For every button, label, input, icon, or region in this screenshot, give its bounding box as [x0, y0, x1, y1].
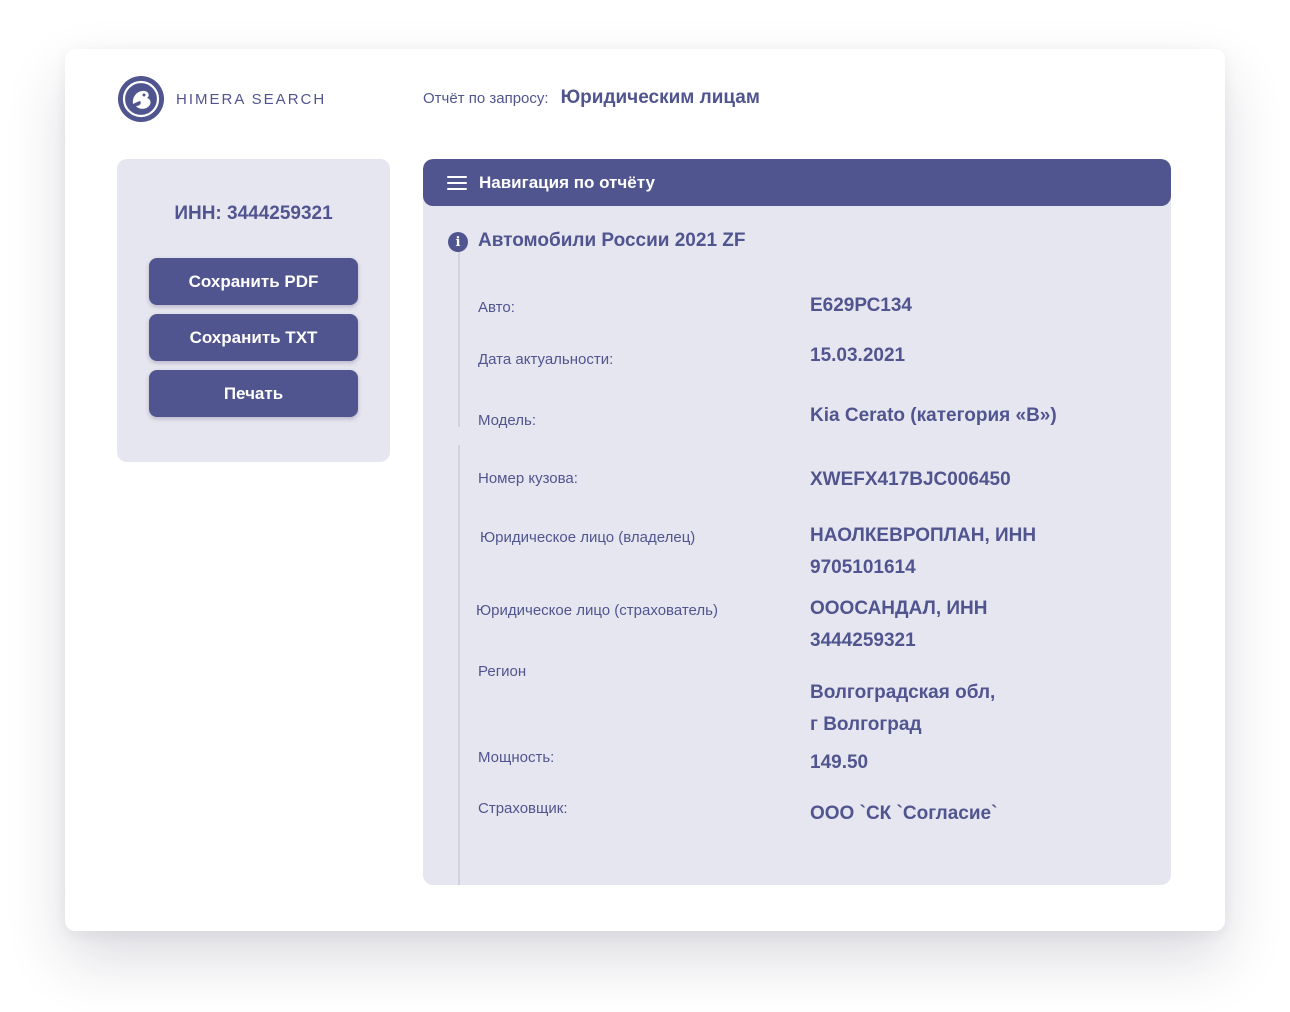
report-query: Отчёт по запросу: Юридическим лицам	[423, 87, 760, 109]
timeline-line	[458, 245, 460, 427]
field-value-insurant-line1: ОООСАНДАЛ, ИНН	[810, 598, 988, 619]
report-card: HIMERA SEARCH Отчёт по запросу: Юридичес…	[65, 49, 1225, 931]
save-pdf-button[interactable]: Сохранить PDF	[149, 258, 358, 305]
field-value-date: 15.03.2021	[810, 345, 906, 366]
save-txt-button[interactable]: Сохранить TXT	[149, 314, 358, 361]
field-value-owner-line2: 9705101614	[810, 557, 916, 578]
field-label-auto: Авто:	[478, 299, 515, 316]
brand-logo[interactable]: HIMERA SEARCH	[118, 76, 326, 122]
field-label-date: Дата актуальности:	[478, 351, 614, 368]
field-value-insurant: ОООСАНДАЛ, ИНН 3444259321	[810, 593, 1150, 657]
field-value-insurant-line2: 3444259321	[810, 630, 916, 651]
brand-name: HIMERA SEARCH	[176, 90, 327, 108]
field-label-insurer: Страховщик:	[478, 800, 568, 817]
field-value-auto: Е629РС134	[810, 295, 912, 316]
sidebar-panel: ИНН: 3444259321 Сохранить PDF Сохранить …	[117, 159, 390, 462]
field-label-model: Модель:	[478, 412, 537, 429]
field-value-region-line2: г Волгоград	[810, 714, 922, 735]
query-label: Отчёт по запросу:	[423, 90, 549, 107]
field-value-region: Волгоградская обл, г Волгоград	[810, 677, 1150, 741]
print-button[interactable]: Печать	[149, 370, 358, 417]
field-value-owner-line1: НАОЛКЕВРОПЛАН, ИНН	[810, 525, 1037, 546]
field-label-owner: Юридическое лицо (владелец)	[480, 529, 696, 546]
field-value-region-line1: Волгоградская обл,	[810, 682, 996, 703]
field-value-power: 149.50	[810, 752, 869, 773]
query-value: Юридическим лицам	[560, 87, 760, 108]
report-panel: Навигация по отчёту i Автомобили России …	[423, 159, 1171, 885]
info-icon: i	[448, 232, 468, 252]
field-value-model: Kia Cerato (категория «В»)	[810, 405, 1057, 426]
section-title: Автомобили России 2021 ZF	[478, 230, 746, 251]
field-label-power: Мощность:	[478, 749, 555, 766]
field-label-insurant: Юридическое лицо (страхователь)	[476, 602, 718, 619]
navigation-title: Навигация по отчёту	[479, 172, 655, 192]
inn-heading: ИНН: 3444259321	[174, 203, 333, 224]
report-navigation-toggle[interactable]: Навигация по отчёту	[423, 159, 1171, 206]
field-value-owner: НАОЛКЕВРОПЛАН, ИНН 9705101614	[810, 520, 1150, 584]
field-label-region: Регион	[478, 663, 527, 680]
field-value-insurer: ООО `СК `Согласие`	[810, 803, 998, 824]
menu-icon	[447, 175, 467, 190]
field-label-body-number: Номер кузова:	[478, 470, 578, 487]
timeline-line	[458, 445, 460, 885]
field-value-body-number: XWEFX417BJC006450	[810, 469, 1011, 490]
himera-logo-icon	[118, 76, 164, 122]
